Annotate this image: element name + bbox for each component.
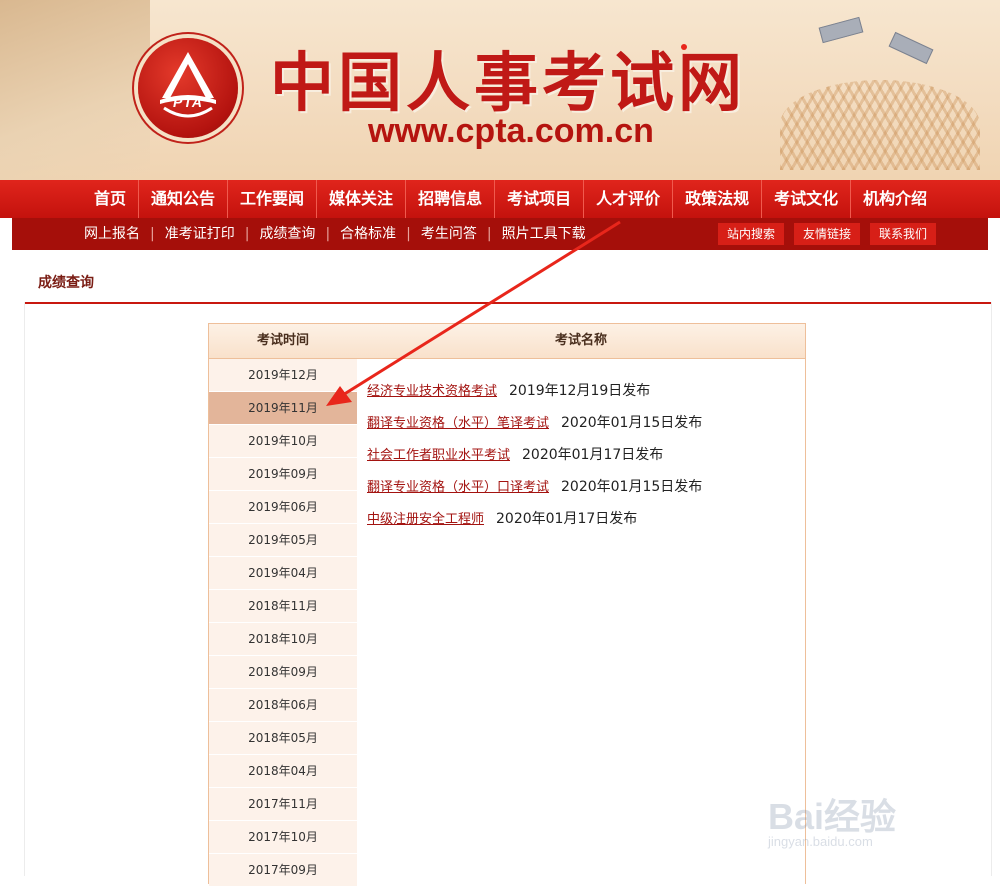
exam-result-item: 经济专业技术资格考试 2019年12月19日发布: [367, 375, 805, 407]
exam-result-link[interactable]: 翻译专业资格（水平）口译考试: [367, 480, 549, 495]
watermark-url: jingyan.baidu.com: [768, 834, 873, 849]
exam-time-item[interactable]: 2018年06月: [209, 689, 357, 722]
exam-time-column: 考试时间 2019年12月 2019年11月 2019年10月 2019年09月 201…: [208, 323, 358, 887]
publish-date: 2020年01月17日发布: [496, 511, 638, 527]
exam-time-item[interactable]: 2019年05月: [209, 524, 357, 557]
nav-item-recruitment[interactable]: 招聘信息: [406, 180, 496, 218]
nav-item-talent[interactable]: 人才评价: [584, 180, 674, 218]
main-nav: 首页 通知公告 工作要闻 媒体关注 招聘信息 考试项目 人才评价 政策法规 考试…: [0, 180, 1000, 218]
nav-item-media[interactable]: 媒体关注: [317, 180, 407, 218]
subnav-divider: |: [406, 226, 411, 242]
subnav-divider: |: [486, 226, 492, 242]
exam-time-item[interactable]: 2018年04月: [209, 755, 357, 788]
exam-result-link[interactable]: 经济专业技术资格考试: [367, 384, 497, 399]
subnav-tools: 站内搜索 友情链接 联系我们: [717, 223, 936, 245]
nav-item-notices[interactable]: 通知公告: [139, 180, 229, 218]
header-banner: PTA 中国人事考试网 www.cpta.com.cn: [0, 0, 1000, 180]
section-header: 成绩查询: [24, 262, 992, 304]
exam-time-item[interactable]: 2018年05月: [209, 722, 357, 755]
exam-result-list: 经济专业技术资格考试 2019年12月19日发布翻译专业资格（水平）笔译考试 202…: [357, 359, 805, 535]
site-title: 中国人事考试网: [270, 46, 746, 121]
exam-time-header: 考试时间: [209, 324, 357, 359]
nav-item-culture[interactable]: 考试文化: [762, 180, 852, 218]
subnav-divider: |: [325, 226, 331, 242]
stadium-decoration: [780, 80, 980, 170]
site-search-button[interactable]: 站内搜索: [717, 223, 784, 245]
contact-us-button[interactable]: 联系我们: [869, 223, 936, 245]
sub-nav: 网上报名 | 准考证打印 | 成绩查询 | 合格标准 | 考生问答 | 照片工具…: [12, 218, 988, 250]
exam-result-item: 中级注册安全工程师 2020年01月17日发布: [367, 503, 805, 535]
nav-item-exams[interactable]: 考试项目: [495, 180, 585, 218]
exam-result-link[interactable]: 翻译专业资格（水平）笔译考试: [367, 416, 549, 431]
exam-time-item[interactable]: 2019年11月: [209, 392, 357, 425]
subnav-item-photo-tool[interactable]: 照片工具下载: [494, 218, 594, 250]
nav-item-home[interactable]: 首页: [82, 180, 140, 218]
exam-name-header: 考试名称: [357, 324, 805, 359]
friend-links-button[interactable]: 友情链接: [793, 223, 860, 245]
spacecraft-icon: [888, 31, 934, 65]
exam-time-item[interactable]: 2018年11月: [209, 590, 357, 623]
satellite-icon: [818, 16, 864, 44]
nav-item-about[interactable]: 机构介绍: [851, 180, 939, 218]
publish-date: 2019年12月19日发布: [509, 383, 651, 399]
great-wall-decoration: [0, 0, 150, 180]
exam-result-item: 社会工作者职业水平考试 2020年01月17日发布: [367, 439, 805, 471]
exam-result-link[interactable]: 社会工作者职业水平考试: [367, 448, 510, 463]
subnav-item-score-query[interactable]: 成绩查询: [251, 218, 323, 250]
pta-logo[interactable]: PTA: [138, 38, 238, 138]
exam-result-link[interactable]: 中级注册安全工程师: [367, 512, 484, 527]
exam-time-item[interactable]: 2019年10月: [209, 425, 357, 458]
exam-name-column: 考试名称 经济专业技术资格考试 2019年12月19日发布翻译专业资格（水平）笔译…: [357, 323, 806, 884]
exam-result-item: 翻译专业资格（水平）口译考试 2020年01月15日发布: [367, 471, 805, 503]
site-url: www.cpta.com.cn: [368, 112, 654, 150]
subnav-item-admission-ticket[interactable]: 准考证打印: [157, 218, 243, 250]
exam-time-item[interactable]: 2019年09月: [209, 458, 357, 491]
publish-date: 2020年01月17日发布: [522, 447, 664, 463]
watermark-logo: Bai经验: [768, 796, 897, 837]
exam-time-list: 2019年12月 2019年11月 2019年10月 2019年09月 2019年06月…: [209, 359, 357, 887]
subnav-item-pass-standard[interactable]: 合格标准: [332, 218, 404, 250]
nav-item-policy[interactable]: 政策法规: [673, 180, 763, 218]
page-title: 成绩查询: [38, 275, 94, 291]
exam-time-item[interactable]: 2019年06月: [209, 491, 357, 524]
exam-time-item[interactable]: 2019年04月: [209, 557, 357, 590]
publish-date: 2020年01月15日发布: [561, 415, 703, 431]
subnav-item-register[interactable]: 网上报名: [76, 218, 148, 250]
baidu-watermark: Bai经验 jingyan.baidu.com: [762, 770, 962, 860]
exam-time-item[interactable]: 2018年09月: [209, 656, 357, 689]
pta-emblem-icon: [160, 52, 216, 118]
publish-date: 2020年01月15日发布: [561, 479, 703, 495]
exam-time-item[interactable]: 2018年10月: [209, 623, 357, 656]
nav-item-news[interactable]: 工作要闻: [228, 180, 318, 218]
exam-time-item[interactable]: 2017年09月: [209, 854, 357, 887]
subnav-divider: |: [244, 226, 250, 242]
exam-time-item[interactable]: 2017年10月: [209, 821, 357, 854]
exam-time-item[interactable]: 2017年11月: [209, 788, 357, 821]
exam-time-item[interactable]: 2019年12月: [209, 359, 357, 392]
subnav-divider: |: [150, 226, 155, 242]
exam-result-item: 翻译专业资格（水平）笔译考试 2020年01月15日发布: [367, 407, 805, 439]
logo-text: PTA: [173, 94, 203, 110]
subnav-item-faq[interactable]: 考生问答: [413, 218, 485, 250]
